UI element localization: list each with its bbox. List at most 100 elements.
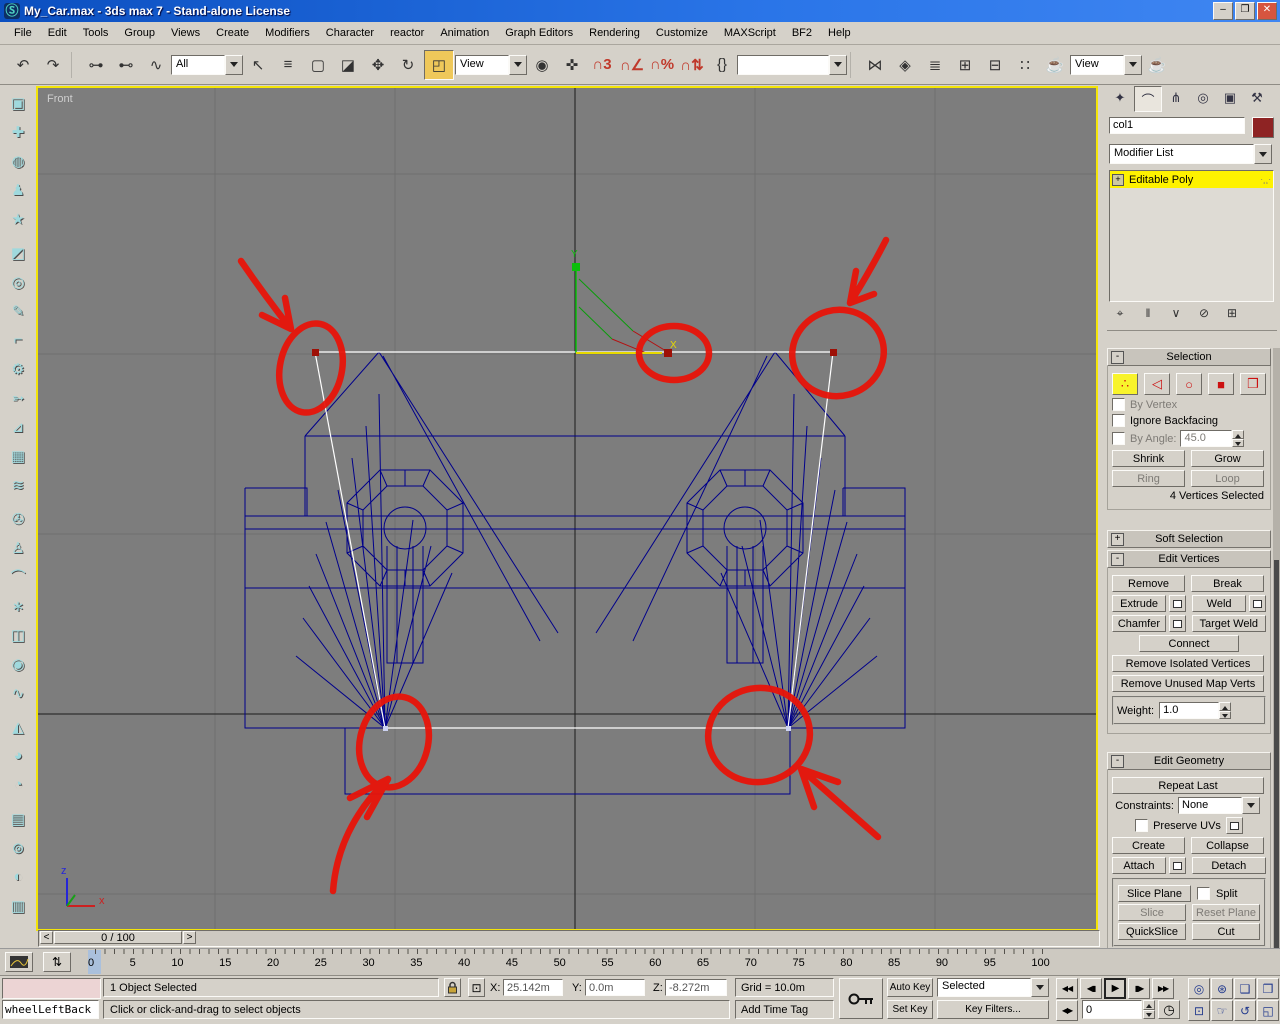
chamfer-settings-icon[interactable] [1168, 615, 1186, 632]
select-and-scale-icon[interactable]: ◰ [424, 49, 454, 80]
select-object-icon[interactable]: ↖ [244, 50, 272, 79]
spinner-snap-toggle-icon[interactable]: ∩⇅ [678, 50, 706, 79]
by-angle-spinner[interactable] [1232, 430, 1245, 447]
menu-item-graph-editors[interactable]: Graph Editors [497, 24, 581, 42]
selection-rollout-header[interactable]: - Selection [1107, 348, 1271, 366]
zoom-extents-icon[interactable]: ❑ [1234, 978, 1256, 999]
expand-stack-icon[interactable]: + [1112, 173, 1124, 186]
menu-item-customize[interactable]: Customize [648, 24, 716, 42]
edit-geometry-rollout-header[interactable]: - Edit Geometry [1107, 752, 1271, 770]
chevron-down-icon[interactable] [829, 54, 847, 75]
edit-vertices-rollout-header[interactable]: - Edit Vertices [1107, 550, 1271, 568]
constraint-solver-icon[interactable]: ✇ [5, 505, 32, 532]
fracture-icon[interactable]: ▦ [5, 442, 32, 469]
by-angle-field[interactable]: 45.0 [1180, 430, 1233, 447]
remove-modifier-icon[interactable]: ⊘ [1193, 304, 1215, 322]
break-button[interactable]: Break [1191, 575, 1264, 592]
key-scope-dropdown[interactable]: Selected [937, 978, 1049, 997]
menu-item-file[interactable]: File [6, 24, 40, 42]
add-time-tag[interactable]: Add Time Tag [735, 1000, 834, 1019]
reference-coordinate-system-dropdown[interactable]: View [455, 54, 527, 75]
reset-plane-button[interactable]: Reset Plane [1192, 904, 1260, 921]
target-weld-button[interactable]: Target Weld [1191, 615, 1266, 632]
frame-spinner[interactable] [1143, 1000, 1155, 1019]
slice-plane-button[interactable]: Slice Plane [1118, 885, 1191, 902]
mirror-icon[interactable]: ⋈ [861, 50, 889, 79]
stack-item-editable-poly[interactable]: + Editable Poly ·¸¸· [1110, 171, 1273, 188]
go-to-start-icon[interactable]: ◀◀ [1056, 978, 1078, 999]
chevron-down-icon[interactable] [1124, 54, 1142, 75]
quick-render-icon[interactable]: ☕ [1143, 50, 1171, 79]
object-name-field[interactable]: col1 [1109, 117, 1245, 134]
soft-body-collection-icon[interactable]: ◍ [5, 147, 32, 174]
undo-icon[interactable]: ↶ [9, 50, 37, 79]
split-checkbox[interactable] [1197, 887, 1210, 900]
toy-car-icon[interactable]: ⊿ [5, 413, 32, 440]
repeat-last-button[interactable]: Repeat Last [1112, 777, 1264, 794]
remove-isolated-vertices-button[interactable]: Remove Isolated Vertices [1112, 655, 1264, 672]
zoom-extents-all-icon[interactable]: ❒ [1257, 978, 1279, 999]
previous-frame-arrow[interactable]: < [40, 931, 53, 944]
menu-item-edit[interactable]: Edit [40, 24, 75, 42]
subobject-polygon-icon[interactable]: ■ [1208, 373, 1234, 395]
angle-snap-toggle-icon[interactable]: ∩∠ [618, 50, 646, 79]
angular-dashpot-icon[interactable]: ⌐ [5, 326, 32, 353]
menu-item-reactor[interactable]: reactor [382, 24, 432, 42]
ring-button[interactable]: Ring [1112, 470, 1185, 487]
use-pivot-point-center-icon[interactable]: ◉ [528, 50, 556, 79]
plane-icon[interactable]: ◩ [5, 239, 32, 266]
show-end-result-icon[interactable]: ‖ [1137, 304, 1159, 322]
linear-dashpot-icon[interactable]: ✎ [5, 297, 32, 324]
point-path-constraint-icon[interactable]: ∿ [5, 679, 32, 706]
set-key-button[interactable]: Set Key [887, 1000, 933, 1019]
time-slider-handle[interactable]: 0 / 100 [54, 931, 182, 944]
front-viewport[interactable]: Y X z x Front [36, 86, 1098, 931]
collapse-icon[interactable]: - [1111, 351, 1124, 364]
viewport-label[interactable]: Front [47, 93, 73, 105]
tab-create[interactable]: ✦ [1107, 86, 1133, 110]
menu-item-modifiers[interactable]: Modifiers [257, 24, 318, 42]
modifier-list-dropdown[interactable]: Modifier List [1109, 144, 1272, 164]
maxscript-mini-listener[interactable] [2, 978, 101, 999]
collapse-icon[interactable]: - [1111, 553, 1124, 566]
by-vertex-checkbox[interactable] [1112, 398, 1125, 411]
modifier-stack[interactable]: + Editable Poly ·¸¸· [1109, 170, 1274, 302]
schematic-view-icon[interactable]: ⊟ [981, 50, 1009, 79]
expand-icon[interactable]: + [1111, 533, 1124, 546]
chevron-down-icon[interactable] [509, 54, 527, 75]
menu-item-help[interactable]: Help [820, 24, 859, 42]
weight-spinner[interactable] [1219, 702, 1232, 719]
soft-selection-rollout-header[interactable]: + Soft Selection [1107, 530, 1271, 548]
grow-button[interactable]: Grow [1191, 450, 1264, 467]
chevron-down-icon[interactable] [225, 54, 243, 75]
absolute-mode-icon[interactable]: ⊡ [468, 978, 485, 997]
menu-item-maxscript[interactable]: MAXScript [716, 24, 784, 42]
window-crossing-icon[interactable]: ◪ [334, 50, 362, 79]
menu-item-group[interactable]: Group [116, 24, 163, 42]
point-point-constraint-icon[interactable]: ∗ [5, 592, 32, 619]
weld-button[interactable]: Weld [1192, 595, 1247, 612]
pan-icon[interactable]: ☞ [1211, 1000, 1233, 1021]
spring-icon[interactable]: ◎ [5, 268, 32, 295]
prismatic-constraint-icon[interactable]: ◫ [5, 621, 32, 648]
zoom-icon[interactable]: ◎ [1188, 978, 1210, 999]
named-selection-sets-icon[interactable]: {} [708, 50, 736, 79]
min-max-toggle-icon[interactable]: ◱ [1257, 1000, 1279, 1021]
percent-snap-toggle-icon[interactable]: ∩% [648, 50, 676, 79]
ragdoll-constraint-icon[interactable]: ♙ [5, 534, 32, 561]
minimize-button[interactable]: – [1213, 2, 1233, 20]
redo-icon[interactable]: ↷ [39, 50, 67, 79]
play-icon[interactable]: ▶ [1104, 978, 1126, 999]
region-zoom-icon[interactable]: ⊡ [1188, 1000, 1210, 1021]
key-filters-button[interactable]: Key Filters... [937, 1000, 1049, 1019]
rope-collection-icon[interactable]: ♟ [5, 176, 32, 203]
curve-editor-icon[interactable]: ⊞ [951, 50, 979, 79]
render-type-dropdown[interactable]: View [1070, 54, 1142, 75]
menu-item-character[interactable]: Character [318, 24, 382, 42]
configure-modifier-sets-icon[interactable]: ⊞ [1221, 304, 1243, 322]
slice-button[interactable]: Slice [1118, 904, 1186, 921]
attach-button[interactable]: Attach [1112, 857, 1166, 874]
loop-button[interactable]: Loop [1191, 470, 1264, 487]
analyze-world-icon[interactable]: ⊚ [5, 834, 32, 861]
time-slider-track[interactable] [38, 930, 1100, 947]
